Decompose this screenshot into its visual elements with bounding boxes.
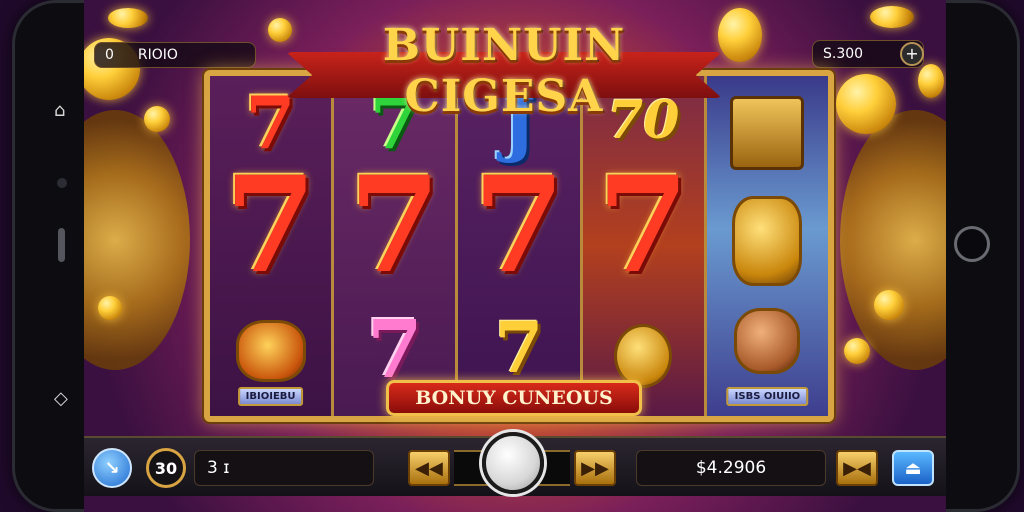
lines-field[interactable]: 3 ɪ bbox=[194, 450, 374, 486]
reels-container: 7 7 IBIOIEBU 7 7 7 J 7 7 70 7 ISBS OIUII… bbox=[210, 76, 829, 416]
credits-value: RIOIO bbox=[137, 47, 178, 63]
reel-3: J 7 7 bbox=[458, 76, 583, 416]
red-seven-symbol: 7 bbox=[348, 148, 441, 303]
auto-spin-button[interactable]: ↘ bbox=[92, 448, 132, 488]
reel-2: 7 7 7 bbox=[334, 76, 459, 416]
red-seven-symbol: 7 bbox=[597, 148, 690, 303]
lion-symbol bbox=[235, 320, 306, 382]
side-button bbox=[58, 228, 65, 262]
coin-icon bbox=[844, 338, 870, 364]
gold-ring-symbol bbox=[732, 196, 803, 286]
reel-4: 70 7 bbox=[582, 76, 707, 416]
coin-icon bbox=[144, 106, 170, 132]
gold-coin-symbol bbox=[614, 324, 673, 388]
game-title: BUINUIN CIGESA bbox=[382, 20, 626, 122]
max-bet-button[interactable]: ▶◀ bbox=[836, 450, 878, 486]
coin-icon bbox=[874, 290, 904, 320]
control-bar: ↘ 30 3 ɪ ◀◀ ▶▶ $4.2906 ▶◀ ⏏ bbox=[84, 432, 946, 496]
coin-icon bbox=[718, 8, 762, 62]
right-side-wheel bbox=[840, 110, 946, 370]
coin-icon bbox=[108, 8, 148, 28]
back-icon[interactable]: ◇ bbox=[54, 388, 68, 409]
add-coins-button[interactable]: + bbox=[900, 42, 924, 66]
reel-5-label: ISBS OIUIIO bbox=[726, 387, 809, 406]
game-screen: 0 RIOIO S.300 + 7 7 IBIOIEBU 7 7 7 J 7 7… bbox=[84, 0, 946, 512]
coin-icon bbox=[870, 6, 914, 28]
info-button[interactable]: ⏏ bbox=[892, 450, 934, 486]
dragon-seven-symbol: 7 bbox=[494, 306, 544, 389]
left-side-wheel bbox=[84, 110, 190, 370]
balance-value: $4.2906 bbox=[695, 458, 767, 478]
credits-prefix: 0 bbox=[105, 47, 114, 63]
treasure-chest-symbol bbox=[730, 96, 805, 170]
sensor-dot bbox=[57, 178, 67, 188]
lines-value: 3 ɪ bbox=[207, 458, 230, 478]
camera-icon bbox=[954, 226, 990, 262]
bet-button[interactable]: 30 bbox=[146, 448, 186, 488]
reel-5: ISBS OIUIIO bbox=[706, 76, 829, 416]
spin-button[interactable] bbox=[482, 432, 544, 494]
coins-value: S.300 bbox=[823, 46, 864, 62]
home-icon[interactable]: ⌂ bbox=[54, 100, 65, 121]
red-seven-symbol: 7 bbox=[224, 148, 317, 303]
coin-icon bbox=[836, 74, 896, 134]
reel-frame: 7 7 IBIOIEBU 7 7 7 J 7 7 70 7 ISBS OIUII… bbox=[204, 70, 834, 422]
reel-1-label: IBIOIEBU bbox=[237, 387, 304, 406]
coin-icon bbox=[98, 296, 122, 320]
balance-display: $4.2906 bbox=[636, 450, 826, 486]
increase-bet-button[interactable]: ▶▶ bbox=[574, 450, 616, 486]
reel-1: 7 7 IBIOIEBU bbox=[210, 76, 335, 416]
bonus-banner: BONUY CUNEOUS bbox=[386, 380, 642, 416]
decrease-bet-button[interactable]: ◀◀ bbox=[408, 450, 450, 486]
game-title-banner: BUINUIN CIGESA bbox=[286, 8, 722, 122]
coin-icon bbox=[918, 64, 944, 98]
red-seven-symbol: 7 bbox=[473, 148, 565, 303]
credits-counter: 0 RIOIO bbox=[94, 42, 256, 68]
treasure-bag-symbol bbox=[734, 308, 801, 374]
